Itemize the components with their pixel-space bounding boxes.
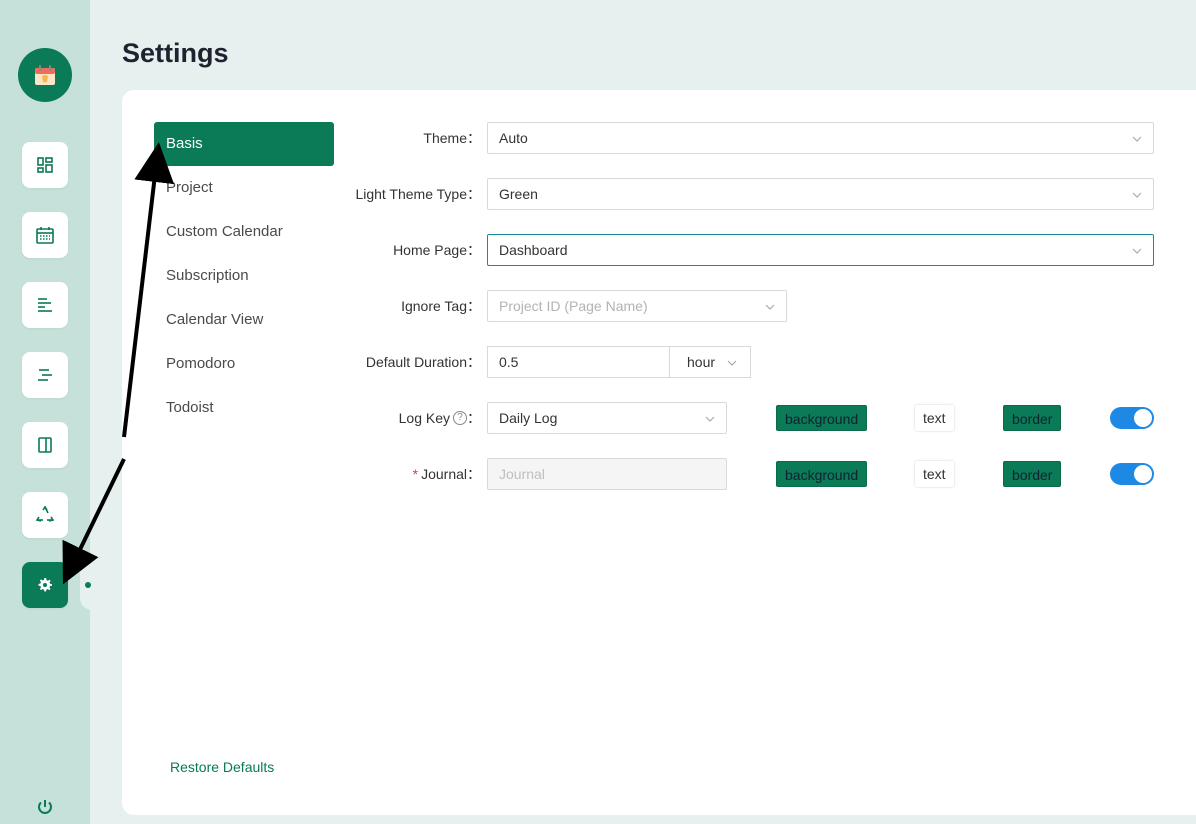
home-page-label-row: Home Page：	[393, 242, 481, 258]
light-theme-type-value: Green	[499, 186, 538, 202]
default-duration-label: Default Duration	[365, 354, 467, 370]
question-circle-icon[interactable]: ?	[453, 411, 467, 426]
theme-label-row: Theme：	[423, 130, 481, 146]
chevron-down-icon	[1132, 192, 1142, 198]
log-key-value: Daily Log	[499, 410, 558, 426]
journal-placeholder: Journal	[499, 466, 545, 482]
log-key-text-color[interactable]: text	[915, 405, 954, 431]
calendar-app-logo-icon	[35, 65, 55, 85]
journal-text-color[interactable]: text	[915, 461, 954, 487]
power-icon[interactable]	[36, 798, 54, 816]
log-key-label-row: Log Key?：	[398, 410, 481, 426]
light-theme-label-row: Light Theme Type：	[355, 186, 481, 202]
theme-value: Auto	[499, 130, 528, 146]
light-theme-type-select[interactable]: Green	[487, 178, 1154, 210]
log-key-border-color[interactable]: border	[1003, 405, 1062, 431]
duration-unit-value: hour	[687, 354, 716, 370]
chevron-down-icon	[765, 304, 775, 310]
dashboard-icon	[37, 157, 53, 173]
journal-background-color[interactable]: background	[776, 461, 868, 487]
ignore-tag-label: Ignore Tag	[401, 298, 467, 314]
chevron-down-icon	[1132, 248, 1142, 254]
app-logo[interactable]	[18, 48, 72, 102]
ignore-tag-label-row: Ignore Tag：	[401, 298, 481, 314]
theme-select[interactable]: Auto	[487, 122, 1154, 154]
required-mark: *	[412, 466, 419, 482]
chevron-down-icon	[727, 360, 737, 366]
board-icon	[38, 437, 52, 453]
default-duration-group: 0.5 hour	[487, 346, 751, 378]
log-key-select[interactable]: Daily Log	[487, 402, 727, 434]
default-duration-input[interactable]: 0.5	[487, 346, 670, 378]
log-key-label: Log Key	[398, 410, 450, 426]
ignore-tag-select[interactable]: Project ID (Page Name)	[487, 290, 787, 322]
light-theme-type-label: Light Theme Type	[355, 186, 467, 202]
chevron-down-icon	[1132, 136, 1142, 142]
page-title: Settings	[122, 38, 229, 68]
ignore-tag-placeholder: Project ID (Page Name)	[499, 298, 648, 314]
journal-border-color[interactable]: border	[1003, 461, 1062, 487]
log-key-background-color[interactable]: background	[776, 405, 868, 431]
home-page-select[interactable]: Dashboard	[487, 234, 1154, 266]
sidebar-item-settings[interactable]	[22, 562, 68, 608]
theme-label: Theme	[423, 130, 467, 146]
chevron-down-icon	[705, 416, 715, 422]
journal-toggle[interactable]	[1110, 463, 1154, 485]
recycle-icon	[35, 505, 55, 522]
settings-menu: Basis Project Custom Calendar Subscripti…	[154, 122, 334, 430]
duration-unit-select[interactable]: hour	[669, 346, 751, 378]
journal-label: Journal	[421, 466, 467, 482]
active-indicator-dot	[85, 582, 91, 588]
sidebar-item-recycle[interactable]	[22, 492, 68, 538]
journal-input: Journal	[487, 458, 727, 490]
gear-icon	[38, 578, 52, 592]
log-key-toggle[interactable]	[1110, 407, 1154, 429]
home-page-value: Dashboard	[499, 242, 568, 258]
restore-defaults-link[interactable]: Restore Defaults	[170, 759, 274, 775]
journal-label-row: * Journal：	[412, 466, 481, 482]
default-duration-label-row: Default Duration：	[365, 354, 481, 370]
home-page-label: Home Page	[393, 242, 467, 258]
